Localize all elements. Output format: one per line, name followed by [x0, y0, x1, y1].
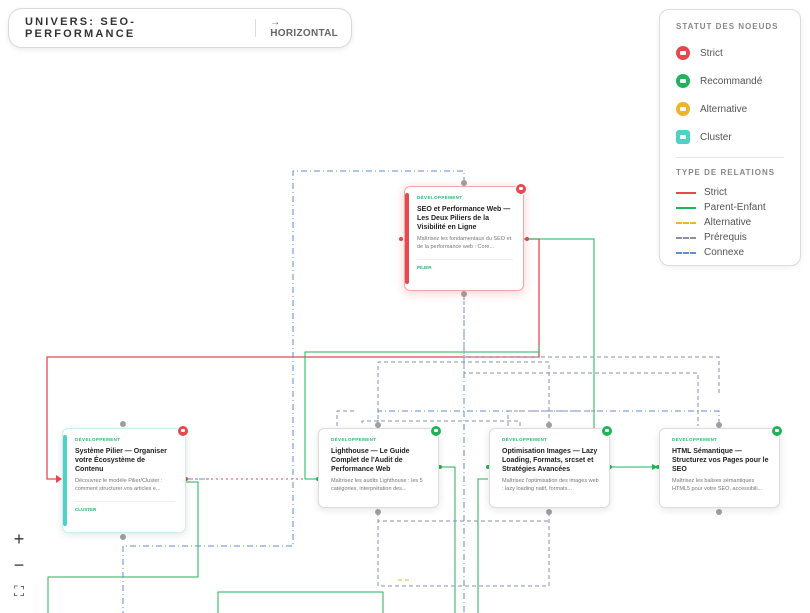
legend-status-cluster: Cluster — [676, 123, 784, 151]
arrow-head-green — [652, 464, 658, 470]
legend-relations-title: TYPE DE RELATIONS — [676, 168, 776, 177]
edge-prereq-seo-right[interactable] — [463, 357, 699, 426]
universe-title: UNIVERS: SEO-PERFORMANCE — [25, 16, 137, 40]
legend-relation-alternative: Alternative — [676, 215, 784, 230]
recommended-badge-icon — [430, 425, 442, 437]
node-description: Découvrez le modèle Pilier/Cluster : com… — [75, 478, 163, 492]
legend-relation-label: Parent-Enfant — [704, 202, 766, 213]
node-description: Maîtrisez l'optimisation des images web … — [502, 478, 599, 492]
legend-status-label: Alternative — [700, 103, 748, 115]
edge-prereq-images-loop[interactable] — [377, 512, 550, 587]
node-title: HTML Sémantique — Structurez vos Pages p… — [672, 448, 769, 473]
edge-prereq-seo-html[interactable] — [463, 294, 720, 395]
orientation-toggle[interactable]: → HORIZONTAL — [270, 17, 351, 39]
node-level: DÉVELOPPEMENT — [75, 437, 121, 442]
legend-relation-label: Strict — [704, 187, 727, 198]
node-accent-bar — [405, 193, 409, 284]
legend-relation-prerequisite: Prérequis — [676, 230, 784, 245]
node-title: Optimisation Images — Lazy Loading, Form… — [502, 448, 598, 473]
strict-badge-icon — [177, 425, 189, 437]
divider — [255, 19, 257, 37]
legend-status-label: Recommandé — [700, 75, 763, 87]
cluster-status-icon — [676, 130, 690, 144]
legend-relation-label: Prérequis — [704, 232, 747, 243]
prerequisite-line-icon — [676, 236, 696, 239]
legend-relation-related: Connexe — [676, 245, 784, 260]
node-title: Système Pilier — Organiser votre Écosyst… — [75, 448, 167, 473]
node-title: Lighthouse — Le Guide Complet de l'Audit… — [331, 448, 410, 473]
strict-badge-icon — [515, 183, 527, 195]
node-description: Maîtrisez les balises sémantiques HTML5 … — [672, 478, 763, 492]
fit-view-button[interactable]: ⛶ — [8, 580, 30, 602]
node-seo-performance[interactable]: DÉVELOPPEMENT SEO et Performance Web — L… — [404, 183, 527, 291]
node-level: DÉVELOPPEMENT — [417, 195, 463, 200]
node-category: PILIER — [417, 259, 513, 270]
edge-green-seo-images[interactable] — [524, 238, 595, 432]
related-line-icon — [676, 251, 696, 254]
alternative-status-icon — [676, 102, 690, 116]
node-level: DÉVELOPPEMENT — [502, 437, 548, 442]
recommended-badge-icon — [601, 425, 613, 437]
legend-status-title: STATUT DES NOEUDS — [676, 22, 779, 31]
edge-prereq-images-lighthouse[interactable] — [336, 410, 355, 426]
universe-header: UNIVERS: SEO-PERFORMANCE → HORIZONTAL — [8, 8, 352, 48]
legend-relation-label: Connexe — [704, 247, 745, 258]
edge-green-images-down[interactable] — [477, 478, 488, 613]
node-optimisation-images[interactable]: DÉVELOPPEMENT Optimisation Images — Lazy… — [489, 425, 613, 508]
legend-status-label: Strict — [700, 47, 723, 59]
node-description: Maîtrisez les audits Lighthouse : les 5 … — [331, 478, 423, 492]
node-html-semantique[interactable]: DÉVELOPPEMENT HTML Sémantique — Structur… — [659, 425, 783, 508]
strict-line-icon — [676, 191, 696, 194]
legend-status-strict: Strict — [676, 39, 784, 67]
node-title: SEO et Performance Web — Les Deux Pilier… — [417, 206, 511, 231]
legend-divider — [676, 157, 784, 158]
legend-relation-strict: Strict — [676, 185, 784, 200]
legend-status-alternative: Alternative — [676, 95, 784, 123]
legend-relation-parent-child: Parent-Enfant — [676, 200, 784, 215]
edge-green-lighthouse-down[interactable] — [440, 466, 456, 613]
edge-green-bottom[interactable] — [217, 591, 384, 613]
zoom-out-button[interactable]: − — [8, 554, 30, 576]
zoom-in-button[interactable]: + — [8, 528, 30, 550]
node-lighthouse[interactable]: DÉVELOPPEMENT Lighthouse — Le Guide Comp… — [318, 425, 442, 508]
legend-status-recommended: Recommandé — [676, 67, 784, 95]
node-level: DÉVELOPPEMENT — [331, 437, 377, 442]
edge-prereq-cross[interactable] — [361, 420, 521, 426]
node-systeme-pilier[interactable]: DÉVELOPPEMENT Système Pilier — Organiser… — [62, 425, 189, 533]
legend-relation-label: Alternative — [704, 217, 752, 228]
node-accent-bar — [63, 435, 67, 526]
edge-prereq-images-mid[interactable] — [507, 410, 598, 426]
recommended-badge-icon — [771, 425, 783, 437]
parent-child-line-icon — [676, 206, 696, 209]
legend-status-label: Cluster — [700, 131, 732, 143]
node-level: DÉVELOPPEMENT — [672, 437, 718, 442]
node-description: Maîtrisez les fondamentaux du SEO et de … — [417, 236, 512, 250]
node-category: CLUSTER — [75, 501, 175, 512]
legend-panel: STATUT DES NOEUDS Strict Recommandé Alte… — [659, 9, 801, 266]
recommended-status-icon — [676, 74, 690, 88]
alternative-line-icon — [676, 221, 696, 224]
strict-status-icon — [676, 46, 690, 60]
